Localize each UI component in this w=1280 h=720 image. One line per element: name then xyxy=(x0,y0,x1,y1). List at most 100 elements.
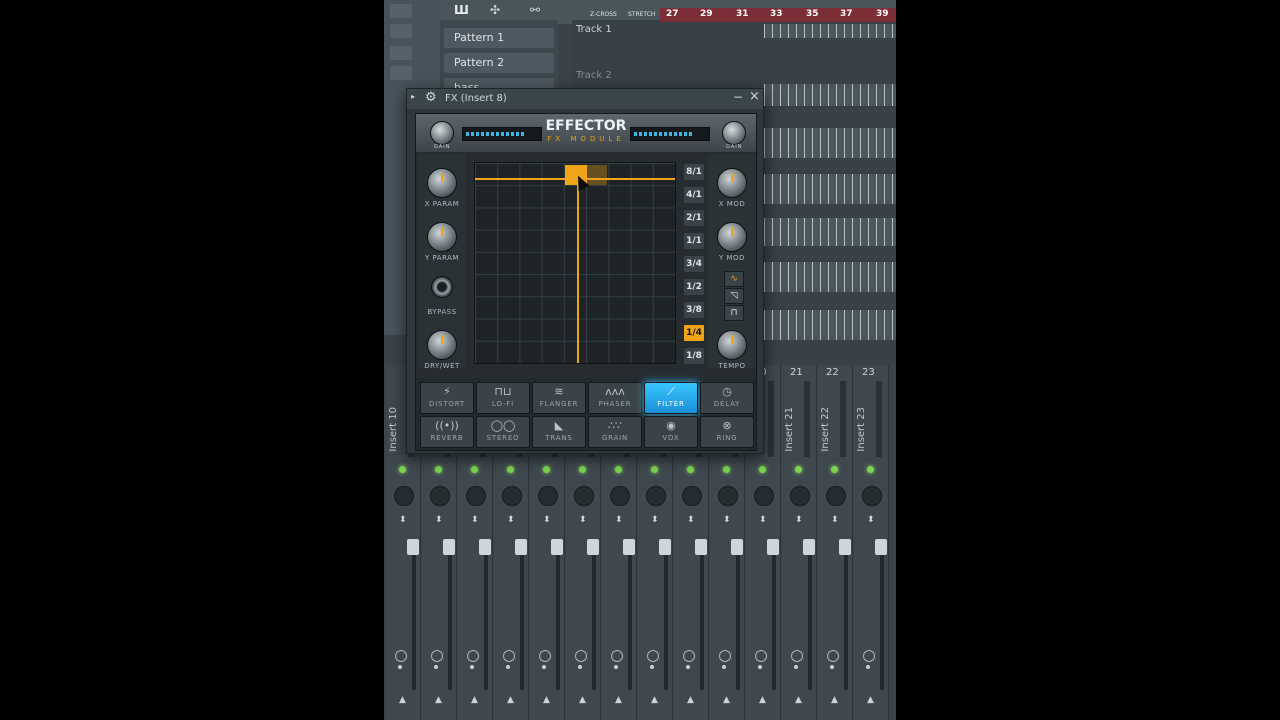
effect-button-delay[interactable]: ◷ DELAY xyxy=(700,382,754,414)
send-dot[interactable] xyxy=(866,665,870,669)
tempo-button-1-2[interactable]: 1/2 xyxy=(684,279,704,295)
effect-button-phaser[interactable]: ᴧᴧᴧ PHASER xyxy=(588,382,642,414)
track-name[interactable]: Track 1 xyxy=(576,24,612,35)
route-arrows-icon[interactable]: ⬍ xyxy=(687,515,695,525)
send-arrow-icon[interactable]: ▲ xyxy=(471,695,478,705)
pan-knob[interactable] xyxy=(826,486,846,506)
send-dot[interactable] xyxy=(758,665,762,669)
volume-fader[interactable] xyxy=(479,539,491,555)
tempo-knob[interactable] xyxy=(717,330,747,360)
pattern-item[interactable]: Pattern 1 xyxy=(444,28,554,48)
send-arrow-icon[interactable]: ▲ xyxy=(615,695,622,705)
volume-fader[interactable] xyxy=(623,539,635,555)
pattern-icon[interactable]: ✣ xyxy=(490,3,500,17)
effect-button-vox[interactable]: ◉ VOX xyxy=(644,416,698,448)
pattern-item[interactable]: Pattern 2 xyxy=(444,53,554,73)
playlist-clip[interactable] xyxy=(764,262,896,292)
effect-button-lofi[interactable]: ⊓⊔ LO-FI xyxy=(476,382,530,414)
effect-button-flanger[interactable]: ≋ FLANGER xyxy=(532,382,586,414)
enable-led[interactable] xyxy=(651,466,658,473)
send-dot[interactable] xyxy=(434,665,438,669)
send-arrow-icon[interactable]: ▲ xyxy=(399,695,406,705)
route-arrows-icon[interactable]: ⬍ xyxy=(579,515,587,525)
lock-icon[interactable] xyxy=(611,650,623,662)
mixer-strip[interactable]: ⬍ ▲ 23 Insert 23 xyxy=(854,365,889,720)
volume-fader[interactable] xyxy=(695,539,707,555)
gear-icon[interactable]: ⚙ xyxy=(425,90,437,105)
zcross-label[interactable]: Z-CROSS xyxy=(590,11,617,18)
pan-knob[interactable] xyxy=(466,486,486,506)
send-arrow-icon[interactable]: ▲ xyxy=(651,695,658,705)
mixer-strip[interactable]: ⬍ ▲ 21 Insert 21 xyxy=(782,365,817,720)
enable-led[interactable] xyxy=(831,466,838,473)
y-param-knob[interactable] xyxy=(427,222,457,252)
volume-fader[interactable] xyxy=(767,539,779,555)
volume-fader[interactable] xyxy=(443,539,455,555)
send-arrow-icon[interactable]: ▲ xyxy=(687,695,694,705)
tempo-button-3-8[interactable]: 3/8 xyxy=(684,302,704,318)
send-dot[interactable] xyxy=(614,665,618,669)
tempo-button-1-1[interactable]: 1/1 xyxy=(684,233,704,249)
enable-led[interactable] xyxy=(615,466,622,473)
expand-arrow-icon[interactable]: ▸ xyxy=(411,92,415,101)
volume-fader[interactable] xyxy=(803,539,815,555)
route-arrows-icon[interactable]: ⬍ xyxy=(471,515,479,525)
send-dot[interactable] xyxy=(722,665,726,669)
bypass-button[interactable] xyxy=(431,276,453,298)
lock-icon[interactable] xyxy=(719,650,731,662)
send-dot[interactable] xyxy=(578,665,582,669)
route-arrows-icon[interactable]: ⬍ xyxy=(759,515,767,525)
volume-fader[interactable] xyxy=(875,539,887,555)
enable-led[interactable] xyxy=(435,466,442,473)
fx-window-titlebar[interactable]: ▸ ⚙ FX (Insert 8) − × xyxy=(407,89,763,109)
dry-wet-knob[interactable] xyxy=(427,330,457,360)
route-arrows-icon[interactable]: ⬍ xyxy=(723,515,731,525)
volume-fader[interactable] xyxy=(731,539,743,555)
send-arrow-icon[interactable]: ▲ xyxy=(435,695,442,705)
x-param-knob[interactable] xyxy=(427,168,457,198)
volume-fader[interactable] xyxy=(839,539,851,555)
lock-icon[interactable] xyxy=(755,650,767,662)
send-dot[interactable] xyxy=(398,665,402,669)
route-arrows-icon[interactable]: ⬍ xyxy=(795,515,803,525)
tempo-button-4-1[interactable]: 4/1 xyxy=(684,187,704,203)
lock-icon[interactable] xyxy=(791,650,803,662)
lock-icon[interactable] xyxy=(467,650,479,662)
enable-led[interactable] xyxy=(579,466,586,473)
pan-knob[interactable] xyxy=(718,486,738,506)
stretch-label[interactable]: STRETCH xyxy=(628,11,655,18)
tempo-button-1-8[interactable]: 1/8 xyxy=(684,348,704,364)
saw-wave-icon[interactable]: ◹ xyxy=(724,288,744,304)
lock-icon[interactable] xyxy=(539,650,551,662)
lock-icon[interactable] xyxy=(827,650,839,662)
pan-knob[interactable] xyxy=(790,486,810,506)
sine-wave-icon[interactable]: ∿ xyxy=(724,271,744,287)
playlist-clip[interactable] xyxy=(764,128,896,158)
playlist-clip[interactable] xyxy=(764,174,896,204)
send-dot[interactable] xyxy=(542,665,546,669)
track-name[interactable]: Track 2 xyxy=(576,70,612,81)
send-dot[interactable] xyxy=(650,665,654,669)
x-mod-knob[interactable] xyxy=(717,168,747,198)
pan-knob[interactable] xyxy=(538,486,558,506)
y-mod-knob[interactable] xyxy=(717,222,747,252)
channel-button[interactable] xyxy=(390,46,412,60)
effect-button-stereo[interactable]: ◯◯ STEREO xyxy=(476,416,530,448)
pan-knob[interactable] xyxy=(502,486,522,506)
enable-led[interactable] xyxy=(543,466,550,473)
enable-led[interactable] xyxy=(507,466,514,473)
lock-icon[interactable] xyxy=(575,650,587,662)
route-arrows-icon[interactable]: ⬍ xyxy=(867,515,875,525)
pan-knob[interactable] xyxy=(430,486,450,506)
volume-fader[interactable] xyxy=(659,539,671,555)
effect-button-grain[interactable]: ∴∵ GRAIN xyxy=(588,416,642,448)
send-dot[interactable] xyxy=(506,665,510,669)
pan-knob[interactable] xyxy=(646,486,666,506)
send-arrow-icon[interactable]: ▲ xyxy=(507,695,514,705)
send-arrow-icon[interactable]: ▲ xyxy=(723,695,730,705)
send-dot[interactable] xyxy=(794,665,798,669)
send-arrow-icon[interactable]: ▲ xyxy=(543,695,550,705)
volume-fader[interactable] xyxy=(515,539,527,555)
close-button[interactable]: × xyxy=(749,89,760,104)
pan-knob[interactable] xyxy=(682,486,702,506)
